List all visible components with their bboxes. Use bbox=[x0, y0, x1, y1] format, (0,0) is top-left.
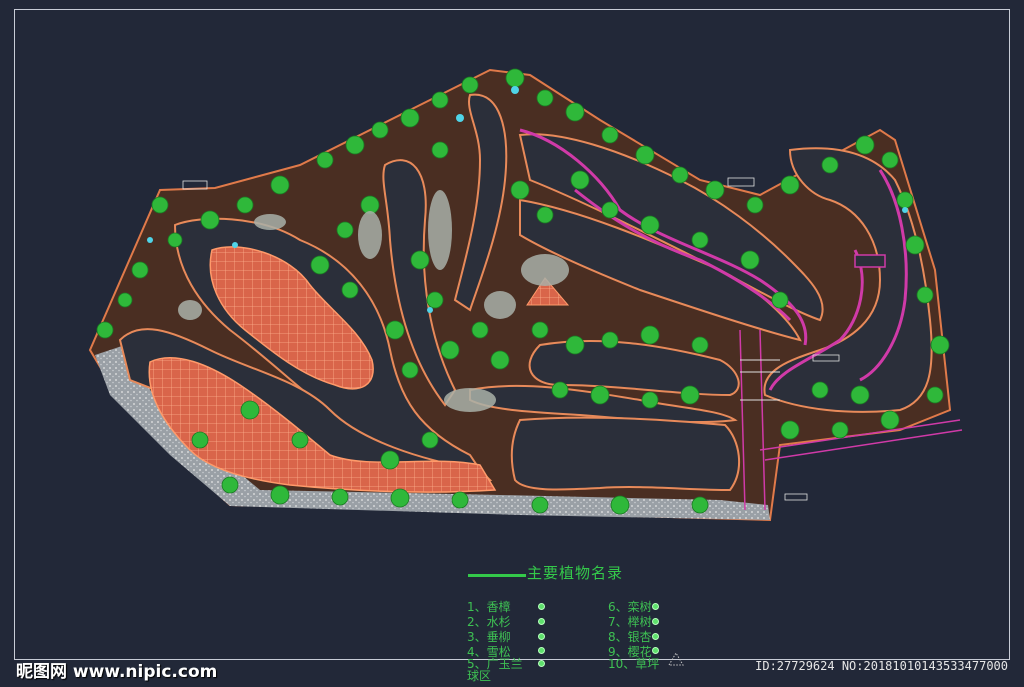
site-watermark: 昵图网 www.nipic.com bbox=[16, 662, 218, 682]
legend-symbol-5 bbox=[538, 660, 545, 667]
legend-title: 主要植物名录 bbox=[527, 564, 624, 582]
legend-symbol-6 bbox=[652, 603, 659, 610]
legend-rule bbox=[468, 574, 526, 577]
legend-symbol-4 bbox=[538, 647, 545, 654]
legend-symbol-2 bbox=[538, 618, 545, 625]
legend-symbol-1 bbox=[538, 603, 545, 610]
legend-item-5-extra: 球区 bbox=[467, 669, 492, 683]
legend-item-10: 10、草坪 bbox=[608, 657, 660, 671]
image-id-watermark: ID:27729624 NO:20181010143533477000 bbox=[755, 659, 1008, 673]
pond-marker bbox=[854, 254, 886, 268]
lawn-hatch-icon bbox=[668, 652, 684, 666]
legend-symbol-7 bbox=[652, 618, 659, 625]
golf-course-site-plan bbox=[88, 68, 963, 522]
legend-symbol-9 bbox=[652, 647, 659, 654]
legend-symbol-8 bbox=[652, 633, 659, 640]
legend-symbol-3 bbox=[538, 633, 545, 640]
